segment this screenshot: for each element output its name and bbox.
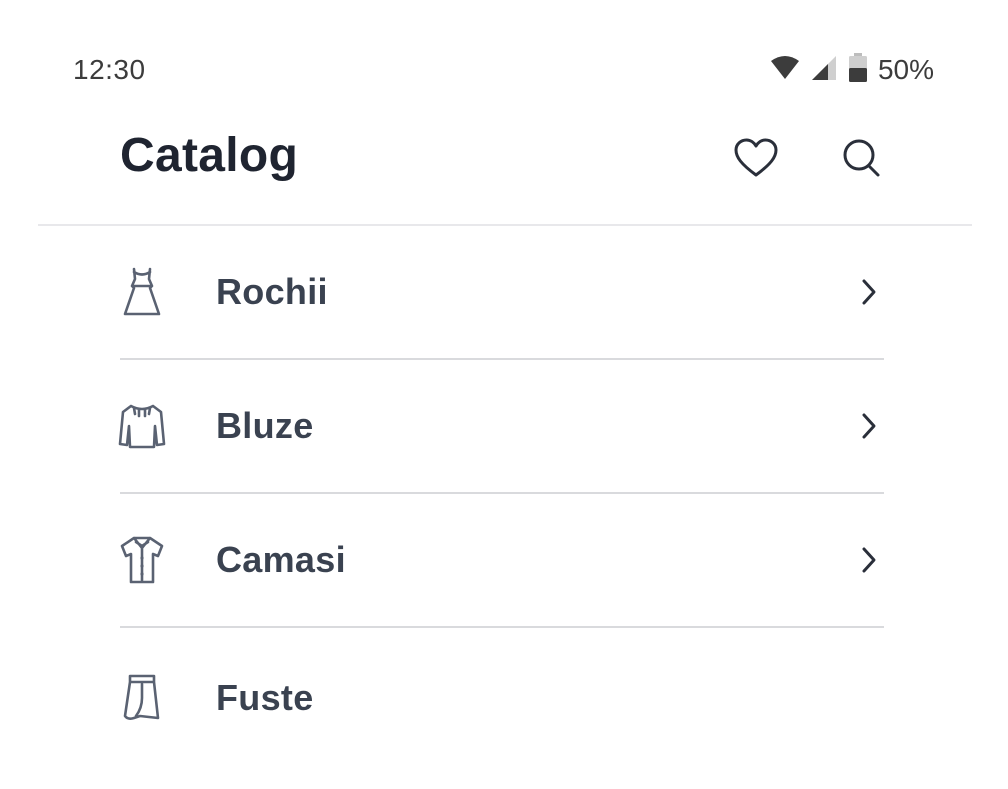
battery-percentage: 50% — [877, 54, 934, 85]
dress-icon — [116, 264, 168, 320]
chevron-right-icon — [854, 406, 884, 446]
category-label: Camasi — [216, 539, 346, 580]
category-item-fuste[interactable]: Fuste — [120, 628, 884, 768]
blouse-icon — [116, 398, 168, 454]
status-icons: 50% — [770, 52, 934, 88]
category-item-rochii[interactable]: Rochii — [120, 226, 884, 358]
search-icon — [838, 134, 886, 187]
favorites-button[interactable] — [728, 132, 784, 188]
catalog-screen: 12:30 50% Catalog Rochii Bluze Camasi Fu… — [0, 0, 1008, 789]
heart-icon — [733, 138, 779, 183]
category-label: Bluze — [216, 405, 314, 446]
chevron-right-icon — [854, 272, 884, 312]
category-item-bluze[interactable]: Bluze — [118, 360, 884, 492]
status-time: 12:30 — [73, 54, 146, 85]
search-button[interactable] — [834, 132, 890, 188]
category-label: Rochii — [216, 271, 328, 312]
status-bar: 12:30 50% — [0, 0, 1008, 120]
skirt-icon — [116, 670, 168, 726]
wifi-icon — [770, 55, 800, 86]
chevron-right-icon — [854, 540, 884, 580]
category-list: Rochii Bluze Camasi Fuste — [118, 226, 884, 768]
category-item-camasi[interactable]: Camasi — [120, 494, 884, 626]
app-header: Catalog — [0, 120, 1008, 224]
shirt-icon — [116, 532, 168, 588]
category-label: Fuste — [216, 677, 314, 718]
battery-icon — [848, 52, 868, 88]
page-title: Catalog — [120, 129, 299, 182]
signal-icon — [810, 54, 838, 87]
